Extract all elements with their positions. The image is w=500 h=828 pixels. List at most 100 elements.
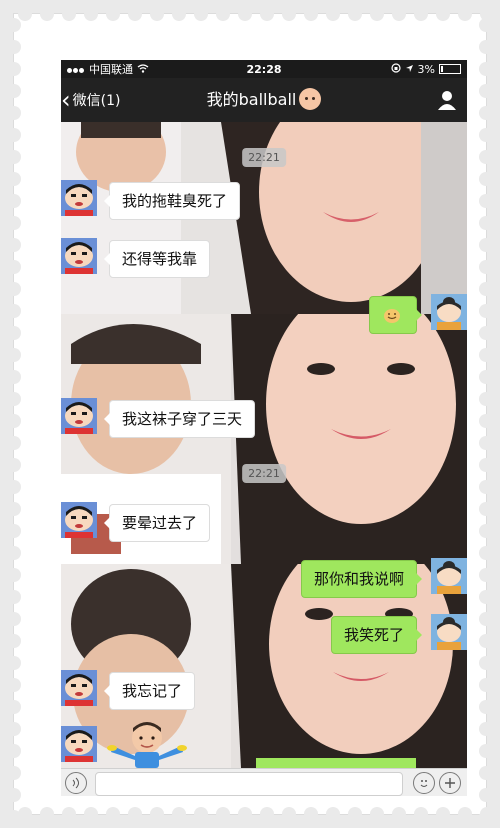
stamp-perforation bbox=[62, 807, 76, 821]
person-icon bbox=[438, 91, 456, 110]
emoji-button[interactable] bbox=[413, 772, 435, 794]
stamp-perforation bbox=[40, 807, 54, 821]
stamp-perforation bbox=[479, 788, 493, 802]
stamp-perforation bbox=[479, 458, 493, 472]
stamp-perforation bbox=[7, 656, 21, 670]
stamp-perforation bbox=[479, 260, 493, 274]
stamp-perforation bbox=[7, 304, 21, 318]
stamp-perforation bbox=[479, 766, 493, 780]
stamp-perforation bbox=[479, 348, 493, 362]
cartoon-girl-avatar-icon bbox=[431, 294, 467, 330]
chat-area[interactable]: 22:21 我的拖鞋臭死了 还得等我靠 我这袜子穿了三天 22:21 要晕过去了… bbox=[61, 122, 467, 768]
stamp-perforation bbox=[7, 106, 21, 120]
avatar[interactable] bbox=[431, 614, 467, 650]
avatar[interactable] bbox=[61, 180, 97, 216]
stamp-perforation bbox=[7, 436, 21, 450]
stamp-perforation bbox=[326, 807, 340, 821]
message-input[interactable] bbox=[95, 772, 403, 796]
stamp-perforation bbox=[479, 436, 493, 450]
stamp-perforation bbox=[7, 238, 21, 252]
stamp-perforation bbox=[436, 7, 450, 21]
stamp-perforation bbox=[479, 568, 493, 582]
stamp-perforation bbox=[479, 524, 493, 538]
stamp-perforation bbox=[348, 807, 362, 821]
stamp-perforation bbox=[7, 128, 21, 142]
stamp-perforation bbox=[7, 282, 21, 296]
stamp-perforation bbox=[370, 7, 384, 21]
stamp-perforation bbox=[479, 106, 493, 120]
stamp-perforation bbox=[392, 807, 406, 821]
stamp-perforation bbox=[479, 810, 493, 824]
battery-icon bbox=[439, 64, 461, 74]
stamp-perforation bbox=[479, 282, 493, 296]
stamp-perforation bbox=[7, 546, 21, 560]
stamp-perforation bbox=[7, 172, 21, 186]
stamp-perforation bbox=[479, 128, 493, 142]
stamp-perforation bbox=[458, 807, 472, 821]
chat-header: ‹ 微信(1) 我的ballball bbox=[61, 78, 467, 122]
stamp-perforation bbox=[7, 326, 21, 340]
stamp-perforation bbox=[260, 7, 274, 21]
stamp-perforation bbox=[479, 40, 493, 54]
avatar[interactable] bbox=[431, 294, 467, 330]
voice-button[interactable] bbox=[65, 772, 87, 794]
chat-title-text: 我的ballball bbox=[206, 90, 297, 109]
avatar[interactable] bbox=[61, 238, 97, 274]
stamp-perforation bbox=[106, 7, 120, 21]
stamp-perforation bbox=[326, 7, 340, 21]
message-bubble-outgoing[interactable]: 那你和我说啊 bbox=[300, 560, 423, 598]
stamp-perforation bbox=[40, 7, 54, 21]
stamp-perforation bbox=[282, 7, 296, 21]
stamp-perforation bbox=[479, 502, 493, 516]
stamp-perforation bbox=[7, 568, 21, 582]
stamp-perforation bbox=[7, 62, 21, 76]
crayon-shinchan-avatar-icon bbox=[61, 502, 97, 538]
message-bubble-incoming[interactable]: 还得等我靠 bbox=[103, 240, 211, 278]
stamp-perforation bbox=[7, 414, 21, 428]
more-button[interactable] bbox=[439, 772, 461, 794]
stamp-perforation bbox=[128, 7, 142, 21]
stamp-perforation bbox=[84, 807, 98, 821]
message-input-bar bbox=[61, 768, 467, 796]
message-bubble-incoming[interactable]: 要晕过去了 bbox=[103, 504, 211, 542]
stamp-perforation bbox=[304, 7, 318, 21]
stamp-perforation bbox=[479, 678, 493, 692]
stamp-perforation bbox=[7, 458, 21, 472]
crayon-shinchan-avatar-icon bbox=[61, 670, 97, 706]
stamp-perforation bbox=[479, 18, 493, 32]
stamp-perforation bbox=[7, 216, 21, 230]
stamp-perforation bbox=[7, 18, 21, 32]
avatar[interactable] bbox=[61, 726, 97, 762]
message-bubble-incoming[interactable]: 我的拖鞋臭死了 bbox=[103, 182, 241, 220]
stamp-frame: 中国联通 22:28 3% ‹ 微信(1) 我的ballball 22:21 我… bbox=[7, 7, 494, 824]
stamp-perforation bbox=[128, 807, 142, 821]
stamp-perforation bbox=[479, 480, 493, 494]
stamp-perforation bbox=[7, 612, 21, 626]
stamp-perforation bbox=[479, 194, 493, 208]
avatar[interactable] bbox=[61, 502, 97, 538]
battery-percent: 3% bbox=[417, 62, 435, 76]
stamp-perforation bbox=[479, 238, 493, 252]
stamp-perforation bbox=[479, 62, 493, 76]
stamp-perforation bbox=[7, 502, 21, 516]
profile-button[interactable] bbox=[435, 88, 459, 112]
stamp-perforation bbox=[216, 7, 230, 21]
stamp-perforation bbox=[479, 304, 493, 318]
avatar[interactable] bbox=[431, 558, 467, 594]
crayon-shinchan-avatar-icon bbox=[61, 238, 97, 274]
stamp-perforation bbox=[479, 150, 493, 164]
message-bubble-incoming[interactable]: 我忘记了 bbox=[103, 672, 196, 710]
baby-shrug-sticker[interactable] bbox=[107, 718, 187, 768]
location-icon bbox=[405, 63, 414, 76]
smiling-face-sticker-icon bbox=[384, 309, 400, 323]
avatar[interactable] bbox=[61, 670, 97, 706]
message-bubble-outgoing[interactable]: 我笑死了 bbox=[330, 616, 423, 654]
message-bubble-outgoing[interactable] bbox=[369, 296, 422, 334]
chat-title: 我的ballball bbox=[61, 78, 467, 122]
stamp-perforation bbox=[7, 392, 21, 406]
crayon-shinchan-avatar-icon bbox=[61, 726, 97, 762]
stamp-perforation bbox=[479, 612, 493, 626]
stamp-perforation bbox=[18, 7, 32, 21]
avatar[interactable] bbox=[61, 398, 97, 434]
message-bubble-incoming[interactable]: 我这袜子穿了三天 bbox=[103, 400, 256, 438]
